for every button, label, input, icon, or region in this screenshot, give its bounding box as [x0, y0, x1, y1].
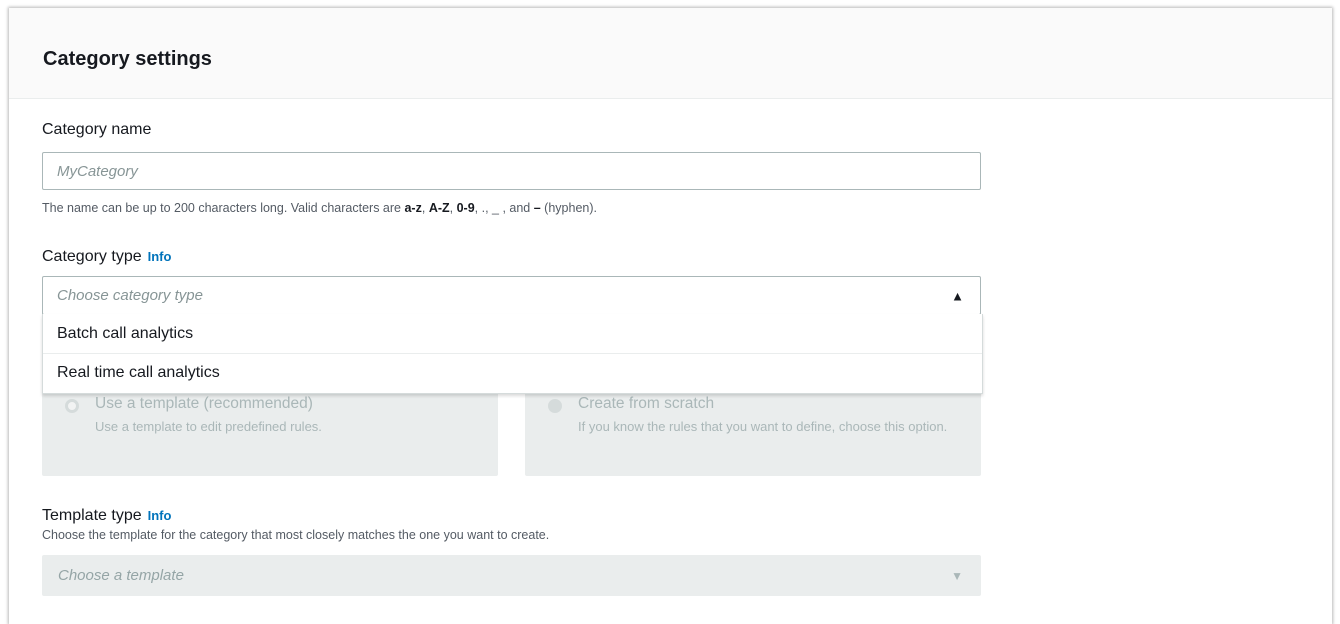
template-select[interactable]: Choose a template ▼: [42, 555, 981, 596]
category-type-label: Category type Info: [42, 248, 171, 266]
template-select-placeholder: Choose a template: [58, 567, 184, 584]
category-type-select[interactable]: Choose category type ▲: [42, 276, 981, 315]
category-name-label: Category name: [42, 121, 152, 138]
template-type-label-text: Template type: [42, 507, 142, 524]
hint-separator: , ., _ , and: [474, 201, 534, 215]
hint-separator: ,: [421, 201, 429, 215]
radio-use-template[interactable]: [65, 399, 79, 413]
category-type-placeholder: Choose category type: [57, 287, 203, 304]
hint-separator: ,: [449, 201, 457, 215]
hint-range-digits: 0-9: [456, 201, 475, 215]
hint-prefix: The name can be up to 200 characters lon…: [42, 201, 405, 215]
hint-range-lower: a-z: [404, 201, 422, 215]
category-name-hint: The name can be up to 200 characters lon…: [42, 201, 597, 215]
panel-header: Category settings: [9, 8, 1332, 99]
category-settings-panel: Category settings Category name MyCatego…: [9, 8, 1332, 624]
radio-create-from-scratch[interactable]: [548, 399, 562, 413]
caret-down-icon: ▼: [951, 568, 963, 583]
category-type-dropdown: Batch call analytics Real time call anal…: [42, 314, 983, 394]
option-batch-call-analytics[interactable]: Batch call analytics: [43, 314, 982, 353]
category-name-input[interactable]: MyCategory: [42, 152, 981, 190]
create-from-scratch-description: If you know the rules that you want to d…: [578, 419, 948, 434]
category-type-info-link[interactable]: Info: [148, 249, 172, 264]
hint-range-upper: A-Z: [428, 201, 450, 215]
use-template-description: Use a template to edit predefined rules.: [95, 419, 322, 434]
hint-dash: –: [533, 201, 541, 215]
create-from-scratch-title: Create from scratch: [578, 395, 715, 412]
template-type-description: Choose the template for the category tha…: [42, 528, 550, 542]
category-type-label-text: Category type: [42, 248, 142, 265]
hint-suffix: (hyphen).: [540, 201, 597, 215]
panel-title: Category settings: [43, 48, 212, 70]
caret-up-icon: ▲: [951, 288, 964, 303]
template-type-info-link[interactable]: Info: [148, 508, 172, 523]
template-type-label: Template type Info: [42, 507, 171, 525]
use-template-title: Use a template (recommended): [95, 395, 313, 412]
category-name-placeholder: MyCategory: [57, 162, 138, 180]
option-real-time-call-analytics[interactable]: Real time call analytics: [43, 353, 982, 392]
